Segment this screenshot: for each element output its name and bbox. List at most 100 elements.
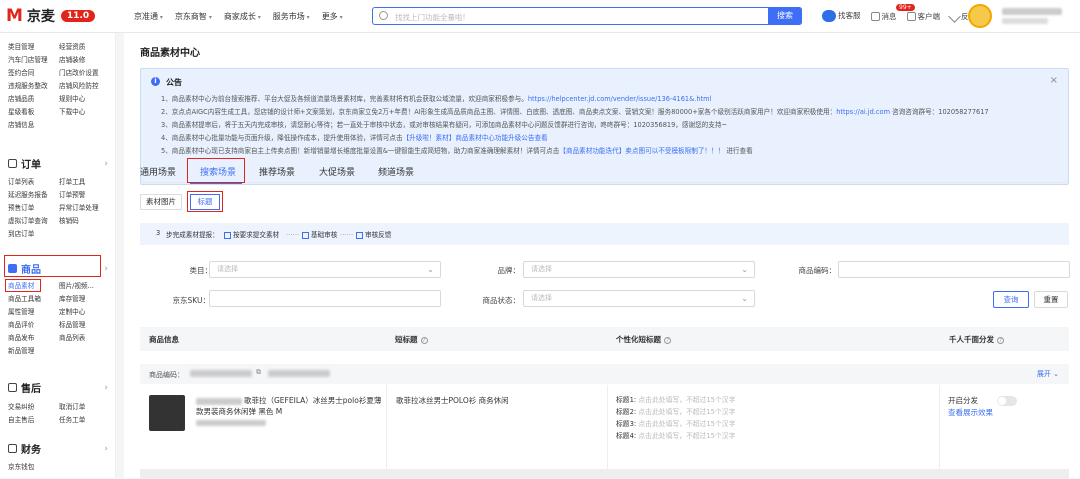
message-button[interactable]: 消息	[870, 11, 897, 22]
status-select[interactable]: 请选择 ⌄	[523, 290, 755, 307]
sidebar-item[interactable]: 交易纠纷	[8, 402, 59, 412]
nav-item[interactable]: 服务市场	[273, 11, 310, 22]
sidebar-item[interactable]: 库存管理	[59, 294, 117, 304]
slot-label: 标题1:	[616, 396, 637, 404]
sidebar-item[interactable]: 图片/视频...	[59, 281, 117, 291]
customer-service-button[interactable]: 找客服	[822, 10, 861, 22]
sku-input[interactable]	[209, 290, 441, 307]
tab-general[interactable]: 通用场景	[140, 165, 176, 178]
sidebar-item[interactable]: 商品工具箱	[8, 294, 59, 304]
close-icon[interactable]: ×	[1050, 75, 1058, 86]
sidebar-item[interactable]: 商品发布	[8, 333, 59, 343]
nav-item[interactable]: 更多	[322, 11, 343, 22]
help-icon[interactable]: ?	[997, 336, 1004, 344]
short-title: 歌菲拉冰丝男士POLO衫 商务休闲	[396, 396, 509, 405]
sidebar-item[interactable]: 异常订单处理	[59, 203, 117, 213]
code-input[interactable]	[838, 261, 1070, 278]
sidebar-item[interactable]: 店铺信息	[8, 120, 59, 130]
sidebar-item[interactable]: 商品列表	[59, 333, 117, 343]
global-search[interactable]: 找找上门功能全量啦! 搜索	[372, 7, 802, 25]
notice-link[interactable]: https://helpcenter.jd.com/vender/issue/1…	[528, 95, 712, 103]
sidebar-item[interactable]: 属性管理	[8, 307, 59, 317]
copy-icon[interactable]: ⧉	[256, 368, 261, 377]
sidebar-item[interactable]: 汽车门店管理	[8, 55, 59, 65]
chevron-down-icon: ⌄	[427, 265, 434, 274]
sidebar-item[interactable]: 取消订单	[59, 402, 117, 412]
reset-button[interactable]: 重置	[1034, 291, 1068, 308]
table-header: 商品信息 短标题? 个性化短标题? 千人千面分发?	[140, 327, 1069, 351]
chevron-right-icon: ›	[104, 443, 108, 454]
nav-item[interactable]: 京准通	[134, 11, 163, 22]
sidebar-item[interactable]: 定制中心	[59, 307, 117, 317]
sidebar-section-finance[interactable]: 财务 ›	[8, 441, 108, 456]
sidebar-item[interactable]: 虚拟订单查询	[8, 216, 59, 226]
help-icon[interactable]: ?	[420, 336, 428, 344]
tab-promotion[interactable]: 大促场景	[319, 165, 355, 178]
sidebar-item[interactable]: 新品管理	[8, 346, 59, 356]
tab-channel[interactable]: 频道场景	[378, 165, 414, 178]
sidebar-section-goods[interactable]: 商品 ›	[8, 261, 108, 276]
sidebar-item[interactable]: 京东钱包	[8, 462, 59, 472]
sidebar-item[interactable]: 规则中心	[59, 94, 117, 104]
customer-service-label: 找客服	[838, 11, 861, 20]
search-button[interactable]: 搜索	[768, 7, 802, 25]
subtab-material-image[interactable]: 素材图片	[140, 194, 182, 210]
help-icon[interactable]: ?	[664, 336, 671, 344]
distribute-toggle[interactable]	[997, 396, 1017, 406]
sidebar-item[interactable]: 星级看板	[8, 107, 59, 117]
info-icon: i	[151, 77, 160, 86]
expand-button[interactable]: 展开 ⌄	[1037, 369, 1059, 379]
query-button[interactable]: 查询	[993, 291, 1029, 308]
category-select[interactable]: 请选择 ⌄	[209, 261, 441, 278]
search-icon	[379, 11, 388, 20]
sidebar-item[interactable]: 经营资质	[59, 42, 117, 52]
avatar[interactable]	[968, 4, 992, 28]
search-input[interactable]: 找找上门功能全量啦!	[395, 12, 466, 23]
sidebar-item[interactable]: 门店改价设置	[59, 68, 117, 78]
slot-label: 标题3:	[616, 420, 637, 428]
product-image[interactable]	[149, 395, 185, 431]
sidebar-item[interactable]: 店铺装修	[59, 55, 117, 65]
nav-item[interactable]: 商家成长	[224, 11, 261, 22]
sidebar-item[interactable]: 店铺品质	[8, 94, 59, 104]
sidebar-item[interactable]: 类目管理	[8, 42, 59, 52]
notice-text: 4、商品素材中心批量功能与页面升级，降低操作成本，提升使用体验，详情可点击	[161, 134, 403, 142]
brand-select[interactable]: 请选择 ⌄	[523, 261, 755, 278]
sidebar-item[interactable]: 签约合同	[8, 68, 59, 78]
sidebar-item[interactable]: 到店订单	[8, 229, 59, 239]
sidebar-item[interactable]: 下载中心	[59, 107, 117, 117]
main-content: 商品素材中心 i 公告 × 1、商品素材中心为前台搜索推荐、平台大促及各频道流量…	[124, 33, 1080, 479]
sidebar-item[interactable]: 预售订单	[8, 203, 59, 213]
sidebar-section-orders[interactable]: 订单 ›	[8, 156, 108, 171]
sidebar-item[interactable]: 延迟服务报备	[8, 190, 59, 200]
sidebar-item-goods-material[interactable]: 商品素材	[8, 281, 59, 291]
sidebar-section-aftersale[interactable]: 售后 ›	[8, 380, 108, 395]
title-slot-1[interactable]: 标题1: 点击此处填写，不超过15个汉字	[616, 395, 735, 405]
category-label: 类目：	[189, 266, 213, 275]
sidebar-item[interactable]: 标品管理	[59, 320, 117, 330]
sidebar-item[interactable]: 商品评价	[8, 320, 59, 330]
notice-link[interactable]: https://ai.jd.com	[836, 108, 890, 116]
title-slot-3[interactable]: 标题3: 点击此处填写，不超过15个汉字	[616, 419, 735, 429]
sidebar-item[interactable]: 核销码	[59, 216, 117, 226]
logo[interactable]: M 京麦 11.0	[6, 6, 96, 26]
sidebar-item[interactable]: 订单列表	[8, 177, 59, 187]
sidebar-item[interactable]: 自主售后	[8, 415, 59, 425]
chevron-right-icon: ›	[104, 158, 108, 169]
view-effect-link[interactable]: 查看展示效果	[948, 407, 993, 418]
client-button[interactable]: 客户端	[906, 11, 940, 22]
sidebar-item[interactable]: 违规服务整改	[8, 81, 59, 91]
title-slot-4[interactable]: 标题4: 点击此处填写，不超过15个汉字	[616, 431, 735, 441]
notice-link[interactable]: 【升级啦！素材】商品素材中心功能升级公告查看	[403, 134, 548, 142]
sidebar-item[interactable]: 任务工单	[59, 415, 117, 425]
notice-text: 3、商品素材提审后，将于五天内完成审核，请您耐心等待；若一直处于审核中状态，或对…	[161, 121, 727, 129]
title-slot-2[interactable]: 标题2: 点击此处填写，不超过15个汉字	[616, 407, 735, 417]
tab-recommend[interactable]: 推荐场景	[259, 165, 295, 178]
notice-link[interactable]: 【商品素材功能迭代】卖点图可以不受模板限制了！！！	[559, 147, 724, 155]
sidebar-item[interactable]: 店铺风险防控	[59, 81, 117, 91]
sidebar-item[interactable]: 订单预警	[59, 190, 117, 200]
nav-item[interactable]: 京东商智	[175, 11, 212, 22]
code-label: 商品编码：	[798, 266, 837, 275]
aftersale-icon	[8, 383, 17, 392]
sidebar-item[interactable]: 打单工具	[59, 177, 117, 187]
